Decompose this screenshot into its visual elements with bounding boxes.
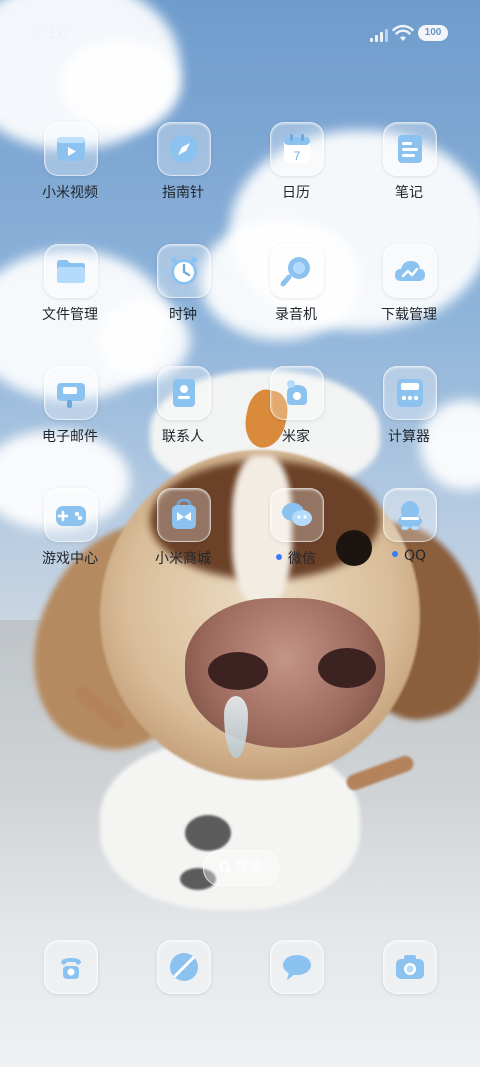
phone-icon — [44, 940, 98, 994]
home-screen: 8:16 100 小米视频 指南针 7 日历 笔记 文件管理 时钟 录音机 下载… — [0, 0, 480, 1067]
app-label: 下载管理 — [381, 307, 437, 323]
mijia-icon — [270, 366, 324, 420]
app-qq[interactable]: QQ — [353, 484, 465, 596]
dock-messages[interactable] — [270, 940, 324, 994]
wechat-icon — [270, 488, 324, 542]
messages-icon — [270, 940, 324, 994]
status-time: 8:16 — [33, 23, 69, 42]
calculator-icon — [383, 366, 437, 420]
app-label: 录音机 — [275, 307, 317, 323]
app-mi-video[interactable]: 小米视频 — [14, 118, 126, 230]
dock-phone[interactable] — [44, 940, 98, 994]
app-notes[interactable]: 笔记 — [353, 118, 465, 230]
signal-icon — [370, 28, 388, 42]
app-calculator[interactable]: 计算器 — [353, 362, 465, 474]
app-mijia[interactable]: 米家 — [240, 362, 352, 474]
dock-camera[interactable] — [383, 940, 437, 994]
app-label: 笔记 — [395, 185, 423, 201]
app-label: 小米商城 — [155, 551, 211, 567]
compass-icon — [157, 122, 211, 176]
wallpaper-dog-nostril — [318, 648, 376, 688]
app-label: 电子邮件 — [42, 429, 98, 445]
browser-icon — [157, 940, 211, 994]
dock-browser[interactable] — [157, 940, 211, 994]
app-label: 微信 — [240, 548, 352, 568]
app-label-text: QQ — [403, 548, 427, 564]
wallpaper-dog-nostril — [208, 652, 268, 690]
app-clock[interactable]: 时钟 — [127, 240, 239, 352]
app-label: 米家 — [282, 429, 310, 445]
wifi-icon — [392, 23, 414, 43]
recorder-icon — [270, 244, 324, 298]
search-icon — [219, 861, 232, 874]
app-calendar[interactable]: 7 日历 — [240, 118, 352, 230]
app-contacts[interactable]: 联系人 — [127, 362, 239, 474]
notification-dot — [391, 551, 398, 557]
qq-icon — [383, 488, 437, 542]
app-mi-store[interactable]: 小米商城 — [127, 484, 239, 596]
status-bar: 8:16 100 — [0, 0, 480, 70]
calendar-icon: 7 — [270, 122, 324, 176]
wallpaper-snowman-button — [185, 815, 231, 851]
app-label: 日历 — [282, 185, 310, 201]
shop-bag-icon — [157, 488, 211, 542]
app-label: 时钟 — [169, 307, 197, 323]
video-icon — [44, 122, 98, 176]
folder-icon — [44, 244, 98, 298]
app-compass[interactable]: 指南针 — [127, 118, 239, 230]
app-label: 指南针 — [162, 185, 204, 201]
app-wechat[interactable]: 微信 — [240, 484, 352, 596]
app-download-manager[interactable]: 下载管理 — [353, 240, 465, 352]
app-label: 计算器 — [388, 429, 430, 445]
contacts-icon — [157, 366, 211, 420]
calendar-date: 7 — [294, 149, 301, 163]
app-label: 文件管理 — [42, 307, 98, 323]
app-label-text: 微信 — [288, 551, 316, 567]
app-label: 联系人 — [162, 429, 204, 445]
search-button[interactable]: 搜索 — [203, 850, 279, 886]
notification-dot — [276, 554, 282, 560]
app-label: 小米视频 — [42, 185, 98, 201]
gamepad-icon — [44, 488, 98, 542]
notes-icon — [383, 122, 437, 176]
app-file-manager[interactable]: 文件管理 — [14, 240, 126, 352]
app-label: 游戏中心 — [42, 551, 98, 567]
app-recorder[interactable]: 录音机 — [240, 240, 352, 352]
app-email[interactable]: 电子邮件 — [14, 362, 126, 474]
app-label: QQ — [353, 548, 465, 564]
camera-icon — [383, 940, 437, 994]
battery-icon: 100 — [418, 25, 448, 41]
search-label: 搜索 — [235, 860, 264, 876]
mail-icon — [44, 366, 98, 420]
clock-icon — [157, 244, 211, 298]
download-cloud-icon — [383, 244, 437, 298]
app-game-center[interactable]: 游戏中心 — [14, 484, 126, 596]
